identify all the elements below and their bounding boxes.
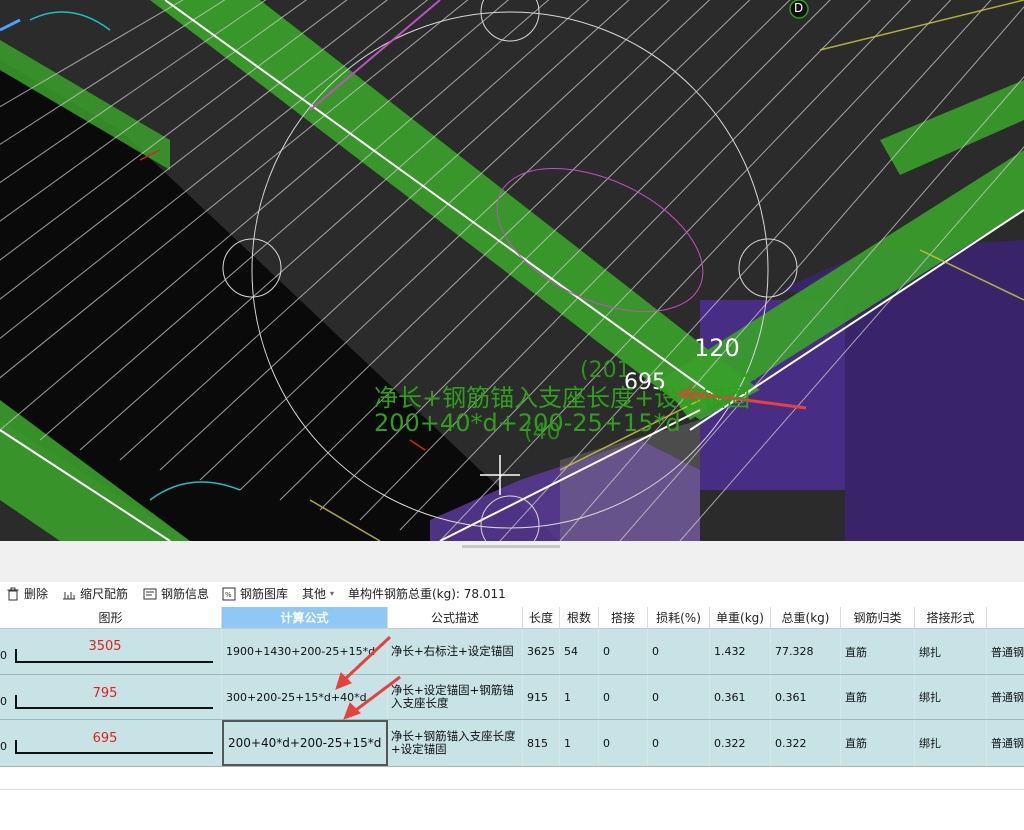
unit-weight-cell[interactable]: 0.322 bbox=[710, 720, 771, 766]
col-header-lap[interactable]: 搭接 bbox=[599, 607, 648, 629]
library-icon: % bbox=[222, 587, 236, 601]
total-weight-cell[interactable]: 0.322 bbox=[771, 720, 841, 766]
col-header-description[interactable]: 公式描述 bbox=[388, 607, 523, 629]
other-dropdown[interactable]: 其他 ▾ bbox=[302, 585, 334, 603]
lap-cell[interactable]: 0 bbox=[599, 720, 648, 766]
col-header-lap-type[interactable]: 搭接形式 bbox=[915, 607, 987, 629]
lap-type-cell[interactable]: 绑扎 bbox=[915, 720, 987, 766]
delete-button[interactable]: 删除 bbox=[6, 585, 48, 603]
rebar-library-label: 钢筋图库 bbox=[240, 587, 289, 601]
trash-icon bbox=[7, 587, 19, 601]
shape-cell[interactable]: 0 695 bbox=[0, 720, 222, 766]
other-label: 其他 bbox=[302, 587, 327, 601]
3d-viewport[interactable]: D 120 (201 1) 695 净长+钢筋锚入支座长度+设定锚固 200+4… bbox=[0, 0, 1024, 541]
viewport-canvas bbox=[0, 0, 1024, 541]
rebar-toolbar: 删除 缩尺配筋 钢筋信息 % 钢筋图库 其他 ▾ 单构件钢筋总重(kg): 78… bbox=[0, 582, 1024, 606]
category-cell[interactable]: 直筋 bbox=[841, 629, 915, 674]
rebar-shape-line bbox=[15, 661, 213, 663]
total-weight-cell[interactable]: 77.328 bbox=[771, 629, 841, 674]
lap-type-cell[interactable]: 绑扎 bbox=[915, 629, 987, 674]
rebar-hook-tick bbox=[15, 740, 17, 752]
table-row[interactable]: 0 3505 1900+1430+200-25+15*d 净长+右标注+设定锚固… bbox=[0, 629, 1024, 675]
col-header-length[interactable]: 长度 bbox=[523, 607, 560, 629]
lap-type-cell[interactable]: 绑扎 bbox=[915, 675, 987, 719]
rebar-library-button[interactable]: % 钢筋图库 bbox=[222, 585, 288, 603]
rebar-table: 图形 计算公式 公式描述 长度 根数 搭接 损耗(%) 单重(kg) 总重(kg… bbox=[0, 607, 1024, 830]
table-row[interactable]: 0 795 300+200-25+15*d+40*d 净长+设定锚固+钢筋锚入支… bbox=[0, 675, 1024, 720]
delete-label: 删除 bbox=[24, 587, 49, 601]
axis-marker-label: D bbox=[794, 1, 804, 15]
total-weight-cell[interactable]: 0.361 bbox=[771, 675, 841, 719]
unit-weight-cell[interactable]: 1.432 bbox=[710, 629, 771, 674]
description-cell[interactable]: 净长+右标注+设定锚固 bbox=[388, 629, 523, 674]
scale-rebar-label: 缩尺配筋 bbox=[80, 587, 129, 601]
shape-cell[interactable]: 0 795 bbox=[0, 675, 222, 719]
description-cell[interactable]: 净长+钢筋锚入支座长度+设定锚固 bbox=[388, 720, 523, 766]
col-header-unit-weight[interactable]: 单重(kg) bbox=[710, 607, 771, 629]
lap-cell[interactable]: 0 bbox=[599, 629, 648, 674]
empty-table-row[interactable] bbox=[0, 767, 1024, 790]
green-annotation-line1: 净长+钢筋锚入支座长度+设定锚固 bbox=[374, 384, 751, 412]
count-cell[interactable]: 1 bbox=[560, 675, 599, 719]
col-header-formula[interactable]: 计算公式 bbox=[222, 607, 388, 629]
formula-cell[interactable]: 300+200-25+15*d+40*d bbox=[222, 675, 388, 719]
shape-dimension: 695 bbox=[92, 731, 118, 746]
col-header-type[interactable] bbox=[987, 607, 1024, 629]
type-cell[interactable]: 普通钢 bbox=[987, 629, 1024, 674]
scale-rebar-button[interactable]: 缩尺配筋 bbox=[62, 585, 128, 603]
length-cell[interactable]: 915 bbox=[523, 675, 560, 719]
info-panel-icon bbox=[143, 588, 157, 600]
description-cell[interactable]: 净长+设定锚固+钢筋锚入支座长度 bbox=[388, 675, 523, 719]
chevron-down-icon: ▾ bbox=[330, 589, 335, 598]
col-header-total-weight[interactable]: 总重(kg) bbox=[771, 607, 841, 629]
category-cell[interactable]: 直筋 bbox=[841, 675, 915, 719]
unit-weight-cell[interactable]: 0.361 bbox=[710, 675, 771, 719]
col-header-shape[interactable]: 图形 bbox=[0, 607, 222, 629]
loss-cell[interactable]: 0 bbox=[648, 720, 710, 766]
formula-cell-active[interactable]: 200+40*d+200-25+15*d bbox=[222, 720, 388, 766]
col-header-category[interactable]: 钢筋归类 bbox=[841, 607, 915, 629]
overlap-label-b: (40 bbox=[524, 420, 561, 445]
dim-120-label: 120 bbox=[694, 334, 740, 362]
total-weight-label: 单构件钢筋总重(kg): 78.011 bbox=[348, 587, 506, 601]
rebar-hook-tick bbox=[15, 695, 17, 707]
total-weight-readout: 单构件钢筋总重(kg): 78.011 bbox=[348, 585, 506, 603]
count-cell[interactable]: 1 bbox=[560, 720, 599, 766]
shape-dimension: 795 bbox=[92, 686, 118, 701]
length-cell[interactable]: 3625 bbox=[523, 629, 560, 674]
length-cell[interactable]: 815 bbox=[523, 720, 560, 766]
rebar-shape-line bbox=[15, 707, 213, 709]
rebar-hook-tick bbox=[15, 649, 17, 661]
col-header-count[interactable]: 根数 bbox=[560, 607, 599, 629]
shape-cell[interactable]: 0 3505 bbox=[0, 629, 222, 674]
loss-cell[interactable]: 0 bbox=[648, 675, 710, 719]
lap-cell[interactable]: 0 bbox=[599, 675, 648, 719]
type-cell[interactable]: 普通钢 bbox=[987, 720, 1024, 766]
rebar-info-button[interactable]: 钢筋信息 bbox=[143, 585, 209, 603]
rebar-info-label: 钢筋信息 bbox=[161, 587, 210, 601]
ruler-icon bbox=[63, 592, 75, 600]
loss-cell[interactable]: 0 bbox=[648, 629, 710, 674]
category-cell[interactable]: 直筋 bbox=[841, 720, 915, 766]
panel-splitter[interactable] bbox=[0, 541, 1024, 582]
col-header-loss[interactable]: 损耗(%) bbox=[648, 607, 710, 629]
type-cell[interactable]: 普通钢 bbox=[987, 675, 1024, 719]
count-cell[interactable]: 54 bbox=[560, 629, 599, 674]
splitter-grip[interactable] bbox=[462, 545, 560, 548]
svg-text:%: % bbox=[225, 591, 232, 599]
shape-dimension: 3505 bbox=[88, 639, 122, 654]
rebar-shape-line bbox=[15, 752, 213, 754]
table-row[interactable]: 0 695 200+40*d+200-25+15*d 净长+钢筋锚入支座长度+设… bbox=[0, 720, 1024, 767]
formula-cell[interactable]: 1900+1430+200-25+15*d bbox=[222, 629, 388, 674]
